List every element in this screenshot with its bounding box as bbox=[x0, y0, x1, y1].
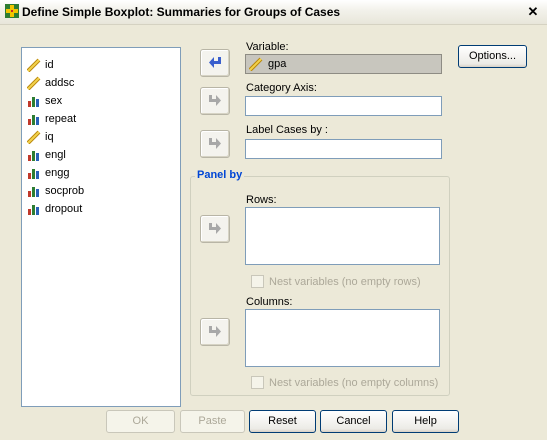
variable-field[interactable]: gpa bbox=[245, 54, 442, 74]
nominal-variable-icon bbox=[28, 151, 39, 161]
nominal-variable-icon bbox=[28, 169, 39, 179]
scale-variable-icon bbox=[27, 76, 41, 90]
cancel-button[interactable]: Cancel bbox=[320, 410, 387, 433]
variable-list-item[interactable]: engl bbox=[27, 146, 66, 164]
arrow-right-icon bbox=[209, 223, 221, 234]
columns-label: Columns: bbox=[246, 296, 293, 308]
app-icon bbox=[5, 4, 19, 18]
nest-columns-checkbox[interactable]: Nest variables (no empty columns) bbox=[251, 376, 438, 389]
move-to-columns-button[interactable] bbox=[200, 318, 230, 346]
category-axis-field[interactable] bbox=[245, 96, 442, 116]
rows-label: Rows: bbox=[246, 194, 277, 206]
checkbox-box bbox=[251, 275, 264, 288]
dialog-window: Define Simple Boxplot: Summaries for Gro… bbox=[0, 0, 547, 440]
window-title: Define Simple Boxplot: Summaries for Gro… bbox=[22, 5, 341, 19]
move-to-variable-button[interactable] bbox=[200, 49, 230, 77]
help-button[interactable]: Help bbox=[392, 410, 459, 433]
title-bar[interactable]: Define Simple Boxplot: Summaries for Gro… bbox=[0, 0, 547, 25]
variable-name: engg bbox=[45, 167, 70, 179]
variable-label: Variable: bbox=[246, 41, 289, 53]
variable-value: gpa bbox=[268, 58, 287, 70]
nest-rows-checkbox[interactable]: Nest variables (no empty rows) bbox=[251, 275, 421, 288]
paste-button[interactable]: Paste bbox=[180, 410, 245, 433]
scale-variable-icon bbox=[27, 58, 41, 72]
source-variable-list[interactable]: id addsc sex repeat iq engl engg socprob dropout bbox=[21, 47, 181, 407]
variable-list-item[interactable]: engg bbox=[27, 164, 69, 182]
move-to-category-axis-button[interactable] bbox=[200, 87, 230, 115]
columns-list[interactable] bbox=[245, 309, 440, 367]
close-button[interactable]: ✕ bbox=[525, 4, 541, 19]
variable-name: sex bbox=[45, 95, 63, 107]
ok-button[interactable]: OK bbox=[106, 410, 175, 433]
checkbox-box bbox=[251, 376, 264, 389]
nominal-variable-icon bbox=[28, 115, 39, 125]
label-cases-label: Label Cases by : bbox=[246, 124, 328, 136]
variable-name: addsc bbox=[45, 77, 75, 89]
variable-name: dropout bbox=[45, 203, 83, 215]
panel-by-title: Panel by bbox=[195, 169, 245, 181]
variable-list-item[interactable]: repeat bbox=[27, 110, 76, 128]
move-to-label-cases-button[interactable] bbox=[200, 130, 230, 158]
arrow-left-icon bbox=[209, 57, 221, 68]
nominal-variable-icon bbox=[28, 97, 39, 107]
reset-button[interactable]: Reset bbox=[249, 410, 316, 433]
arrow-right-icon bbox=[209, 138, 221, 149]
variable-name: socprob bbox=[45, 185, 85, 197]
scale-variable-icon bbox=[27, 130, 41, 144]
variable-list-item[interactable]: addsc bbox=[27, 74, 74, 92]
rows-list[interactable] bbox=[245, 207, 440, 265]
variable-list-item[interactable]: socprob bbox=[27, 182, 84, 200]
nominal-variable-icon bbox=[28, 187, 39, 197]
category-axis-label: Category Axis: bbox=[246, 82, 317, 94]
label-cases-field[interactable] bbox=[245, 139, 442, 159]
move-to-rows-button[interactable] bbox=[200, 215, 230, 243]
arrow-right-icon bbox=[209, 95, 221, 106]
scale-variable-icon bbox=[249, 57, 263, 71]
nominal-variable-icon bbox=[28, 205, 39, 215]
arrow-right-icon bbox=[209, 326, 221, 337]
variable-list-item[interactable]: iq bbox=[27, 128, 54, 146]
variable-list-item[interactable]: id bbox=[27, 56, 54, 74]
nest-columns-label: Nest variables (no empty columns) bbox=[269, 376, 439, 389]
variable-name: iq bbox=[45, 131, 54, 143]
nest-rows-label: Nest variables (no empty rows) bbox=[269, 275, 421, 288]
variable-list-item[interactable]: dropout bbox=[27, 200, 82, 218]
variable-name: engl bbox=[45, 149, 66, 161]
variable-name: repeat bbox=[45, 113, 77, 125]
variable-name: id bbox=[45, 59, 54, 71]
variable-list-item[interactable]: sex bbox=[27, 92, 62, 110]
options-button[interactable]: Options... bbox=[458, 45, 527, 68]
